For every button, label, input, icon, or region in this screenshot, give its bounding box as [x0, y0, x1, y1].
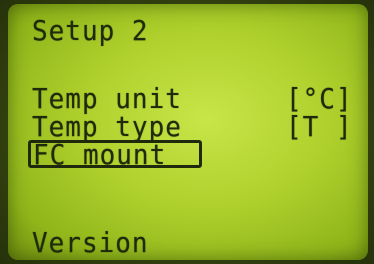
screen-title: Setup 2 — [32, 15, 149, 48]
menu-item-fc-mount-label: FC mount — [33, 139, 167, 172]
lcd-screen: Setup 2 Temp unit [°C] Temp type [T ] FC… — [8, 4, 368, 260]
temp-unit-value: [°C] — [286, 83, 353, 116]
menu-item-temp-unit[interactable]: Temp unit — [32, 86, 182, 113]
menu-item-version[interactable]: Version — [32, 230, 149, 257]
temp-type-value: [T ] — [286, 111, 353, 144]
device-bezel: Setup 2 Temp unit [°C] Temp type [T ] FC… — [0, 0, 374, 264]
menu-item-temp-type[interactable]: Temp type — [32, 114, 182, 141]
selected-menu-item-fc-mount[interactable]: FC mount — [28, 139, 202, 172]
